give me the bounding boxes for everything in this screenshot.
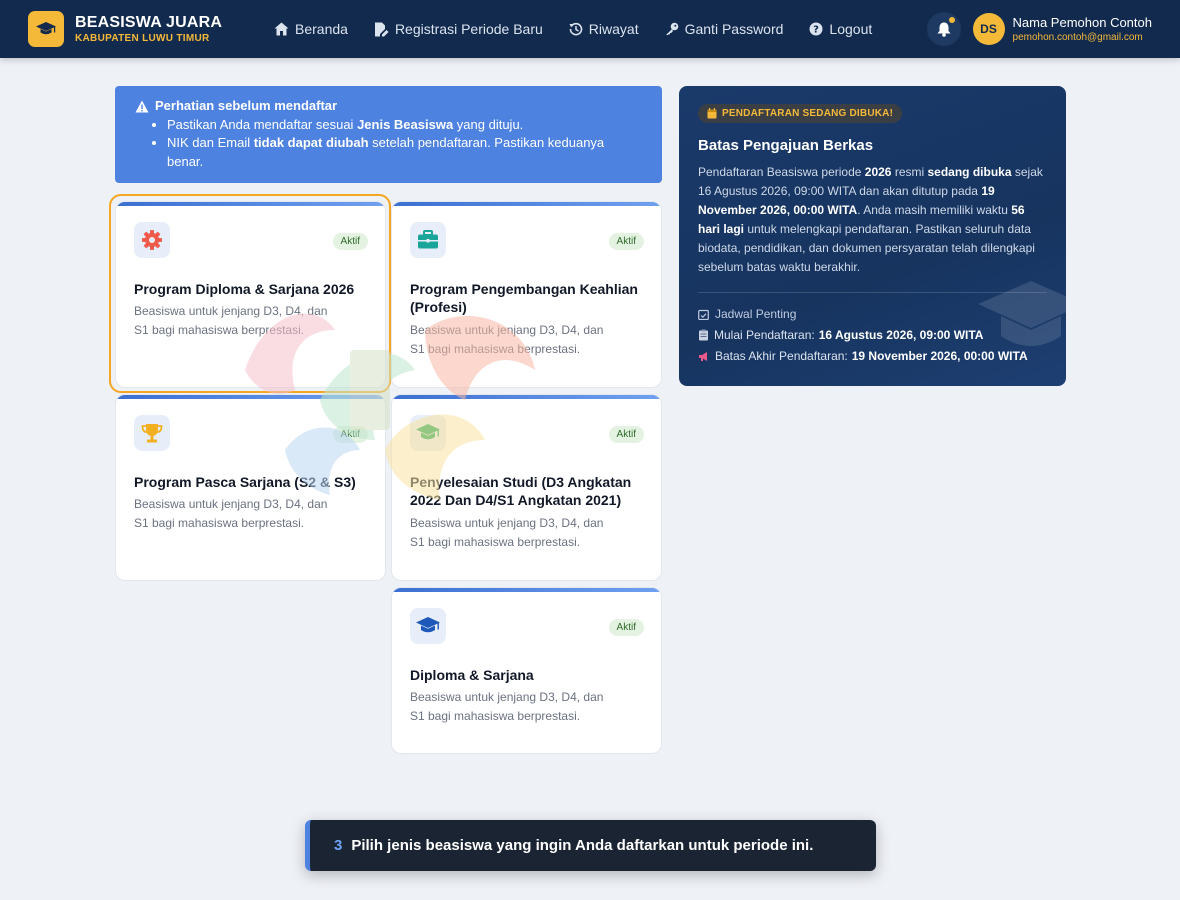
nav-item-logout[interactable]: ? Logout <box>809 21 872 37</box>
nav-item-registrasi[interactable]: Registrasi Periode Baru <box>374 21 543 37</box>
card-title: Diploma & Sarjana <box>410 667 534 683</box>
alert-title: Perhatian sebelum mendaftar <box>155 98 338 113</box>
alert-item: Pastikan Anda mendaftar sesuai Jenis Bea… <box>167 116 642 135</box>
user-email: pemohon.contoh@gmail.com <box>1012 31 1143 43</box>
scholarship-card-penyelesaian-studi[interactable]: Aktif Penyelesaian Studi (D3 Angkatan 20… <box>391 394 662 581</box>
card-description: Beasiswa untuk jenjang D3, D4, dan S1 ba… <box>410 516 604 549</box>
nav-item-label: Beranda <box>295 21 348 37</box>
nav-menu: Beranda Registrasi Periode Baru Riwayat … <box>274 21 898 37</box>
key-icon <box>665 22 678 35</box>
card-title: Program Pengembangan Keahlian (Profesi) <box>410 281 638 315</box>
calendar-check-icon <box>698 309 709 320</box>
warning-alert: Perhatian sebelum mendaftar Pastikan And… <box>115 86 662 183</box>
deadline-panel: PENDAFTARAN SEDANG DIBUKA! Batas Pengaju… <box>679 86 1066 386</box>
status-badge: Aktif <box>608 233 644 250</box>
card-title: Program Diploma & Sarjana 2026 <box>134 281 355 297</box>
calendar-icon <box>707 108 717 119</box>
warning-icon <box>135 100 149 113</box>
nav-item-riwayat[interactable]: Riwayat <box>569 21 639 37</box>
card-description: Beasiswa untuk jenjang D3, D4, dan S1 ba… <box>134 304 328 337</box>
clipboard-icon <box>699 329 708 341</box>
card-title: Program Pasca Sarjana (S2 & S3) <box>134 474 356 490</box>
graduation-cap-icon <box>410 415 446 451</box>
status-badge: Aktif <box>332 233 368 250</box>
brand-subtitle: KABUPATEN LUWU TIMUR <box>75 32 210 44</box>
notification-button[interactable] <box>926 12 961 46</box>
history-icon <box>569 22 583 36</box>
user-info[interactable]: Nama Pemohon Contoh pemohon.contoh@gmail… <box>1013 14 1152 45</box>
avatar[interactable]: DS <box>972 13 1005 45</box>
home-icon <box>274 22 289 36</box>
notification-dot <box>948 17 955 23</box>
nav-item-label: Riwayat <box>588 21 639 37</box>
brand-title: BEASISWA JUARA <box>75 13 223 31</box>
scholarship-card-pengembangan-keahlian[interactable]: Aktif Program Pengembangan Keahlian (Pro… <box>391 201 662 388</box>
card-title: Penyelesaian Studi (D3 Angkatan 2022 Dan… <box>410 474 632 508</box>
tour-step-text: Pilih jenis beasiswa yang ingin Anda daf… <box>351 837 814 854</box>
panel-description: Pendaftaran Beasiswa periode 2026 resmi … <box>698 165 1043 274</box>
bell-icon <box>937 22 951 37</box>
status-badge: Aktif <box>608 426 644 443</box>
scholarship-card-pasca-sarjana[interactable]: Aktif Program Pasca Sarjana (S2 & S3) Be… <box>115 394 386 581</box>
alert-item: NIK dan Email tidak dapat diubah setelah… <box>167 134 642 171</box>
megaphone-icon <box>699 351 707 361</box>
graduation-cap-icon <box>978 281 1066 346</box>
status-badge: Aktif <box>608 619 644 636</box>
tour-step-number: 3 <box>334 837 343 854</box>
alert-list: Pastikan Anda mendaftar sesuai Jenis Bea… <box>167 116 642 172</box>
svg-text:?: ? <box>814 25 820 36</box>
nav-item-label: Ganti Password <box>684 21 784 37</box>
nav-item-ganti-password[interactable]: Ganti Password <box>665 21 784 37</box>
card-description: Beasiswa untuk jenjang D3, D4, dan S1 ba… <box>134 497 328 530</box>
status-badge: Aktif <box>332 426 368 443</box>
scholarship-card-diploma-sarjana-2026[interactable]: Aktif Program Diploma & Sarjana 2026 Bea… <box>115 201 386 388</box>
card-description: Beasiswa untuk jenjang D3, D4, dan S1 ba… <box>410 690 604 723</box>
nav-item-label: Registrasi Periode Baru <box>394 21 543 37</box>
panel-title: Batas Pengajuan Berkas <box>698 137 874 154</box>
tour-step-toast[interactable]: 3 Pilih jenis beasiswa yang ingin Anda d… <box>305 820 876 871</box>
file-edit-icon <box>374 22 389 36</box>
graduation-cap-icon <box>410 608 446 644</box>
briefcase-icon <box>410 222 446 258</box>
nav-item-label: Logout <box>829 21 873 37</box>
card-description: Beasiswa untuk jenjang D3, D4, dan S1 ba… <box>410 323 604 356</box>
trophy-icon <box>134 415 170 451</box>
scholarship-card-diploma-sarjana[interactable]: Aktif Diploma & Sarjana Beasiswa untuk j… <box>391 587 662 754</box>
question-circle-icon: ? <box>809 22 823 36</box>
registration-open-badge: PENDAFTARAN SEDANG DIBUKA! <box>698 104 903 123</box>
graduation-cap-icon <box>28 11 64 47</box>
navbar: BEASISWA JUARA KABUPATEN LUWU TIMUR Bera… <box>0 0 1180 58</box>
nav-item-beranda[interactable]: Beranda <box>274 21 348 37</box>
brand[interactable]: BEASISWA JUARA KABUPATEN LUWU TIMUR <box>28 11 258 47</box>
user-name: Nama Pemohon Contoh <box>1012 14 1152 30</box>
gear-icon <box>134 222 170 258</box>
